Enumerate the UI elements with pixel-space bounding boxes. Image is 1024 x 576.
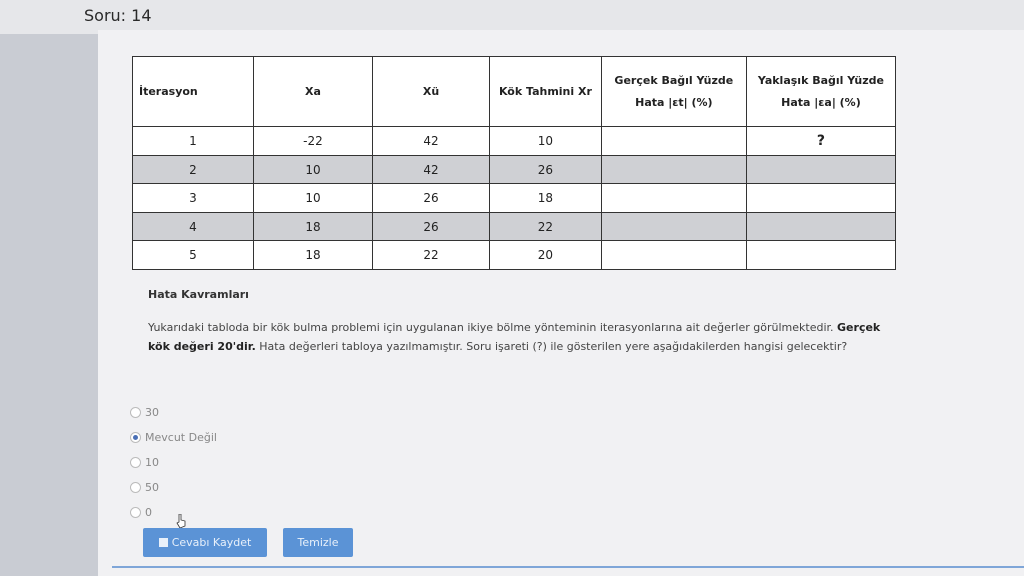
option-label: 30 xyxy=(145,406,159,419)
cell-xr: 26 xyxy=(489,154,602,185)
mouse-cursor-icon xyxy=(176,514,186,528)
section-title: Hata Kavramları xyxy=(148,288,249,301)
table-row: 5 18 22 20 xyxy=(132,240,897,270)
cell-iter: 4 xyxy=(132,211,254,242)
cell-et xyxy=(600,126,747,156)
cell-xu: 42 xyxy=(371,126,491,156)
radio-button[interactable] xyxy=(130,482,141,493)
option-mevcut-degil[interactable]: Mevcut Değil xyxy=(130,425,217,450)
table-row: 4 18 26 22 xyxy=(132,211,897,242)
cell-iter: 5 xyxy=(132,240,254,270)
cell-xu: 26 xyxy=(371,211,491,242)
cell-xa: 18 xyxy=(252,211,374,242)
cell-xr: 20 xyxy=(489,240,602,270)
cell-ea xyxy=(745,154,897,185)
header-root-estimate: Kök Tahmini Xr xyxy=(489,55,602,128)
cell-iter: 3 xyxy=(132,183,254,213)
cell-xr: 10 xyxy=(489,126,602,156)
radio-button[interactable] xyxy=(130,507,141,518)
cell-xa: 10 xyxy=(252,183,374,213)
cell-ea xyxy=(745,211,897,242)
option-label: 50 xyxy=(145,481,159,494)
cell-ea xyxy=(745,240,897,270)
cell-xa: 10 xyxy=(252,154,374,185)
question-text-part2: Hata değerleri tabloya yazılmamıştır. So… xyxy=(255,340,848,353)
bottom-divider xyxy=(112,566,1024,568)
option-label: 10 xyxy=(145,456,159,469)
cell-et xyxy=(600,183,747,213)
answer-options: 30 Mevcut Değil 10 50 0 xyxy=(130,400,217,525)
option-0[interactable]: 0 xyxy=(130,500,217,525)
table-row: 2 10 42 26 xyxy=(132,154,897,185)
save-icon xyxy=(158,538,168,547)
header-approx-error: Yaklaşık Bağıl Yüzde Hata |εa| (%) xyxy=(745,55,897,128)
cell-et xyxy=(600,154,747,185)
cell-et xyxy=(600,211,747,242)
cell-xa: -22 xyxy=(252,126,374,156)
header-xa: Xa xyxy=(252,55,374,128)
header-xu: Xü xyxy=(371,55,491,128)
radio-button[interactable] xyxy=(130,407,141,418)
header-iteration: İterasyon xyxy=(132,55,254,128)
cell-xr: 22 xyxy=(489,211,602,242)
option-10[interactable]: 10 xyxy=(130,450,217,475)
cell-ea xyxy=(745,183,897,213)
cell-xu: 42 xyxy=(371,154,491,185)
table-row: 3 10 26 18 xyxy=(132,183,897,213)
question-number-title: Soru: 14 xyxy=(84,6,152,25)
question-text: Yukarıdaki tabloda bir kök bulma problem… xyxy=(148,318,888,356)
cell-ea: ? xyxy=(745,126,897,156)
clear-button[interactable]: Temizle xyxy=(283,528,353,557)
cell-xu: 22 xyxy=(371,240,491,270)
clear-label: Temizle xyxy=(297,536,339,549)
cell-xu: 26 xyxy=(371,183,491,213)
iteration-table: İterasyon Xa Xü Kök Tahmini Xr Gerçek Ba… xyxy=(132,55,897,270)
cell-xa: 18 xyxy=(252,240,374,270)
table-row: 1 -22 42 10 ? xyxy=(132,126,897,156)
radio-button[interactable] xyxy=(130,457,141,468)
top-bar xyxy=(0,0,1024,34)
radio-button-selected[interactable] xyxy=(130,432,141,443)
cell-iter: 2 xyxy=(132,154,254,185)
option-30[interactable]: 30 xyxy=(130,400,217,425)
option-label: 0 xyxy=(145,506,152,519)
cell-xr: 18 xyxy=(489,183,602,213)
cell-iter: 1 xyxy=(132,126,254,156)
save-answer-label: Cevabı Kaydet xyxy=(171,536,252,549)
save-answer-button[interactable]: Cevabı Kaydet xyxy=(143,528,267,557)
question-text-part1: Yukarıdaki tabloda bir kök bulma problem… xyxy=(148,321,838,334)
cell-et xyxy=(600,240,747,270)
option-label: Mevcut Değil xyxy=(145,431,217,444)
option-50[interactable]: 50 xyxy=(130,475,217,500)
header-true-error: Gerçek Bağıl Yüzde Hata |εt| (%) xyxy=(600,55,747,128)
